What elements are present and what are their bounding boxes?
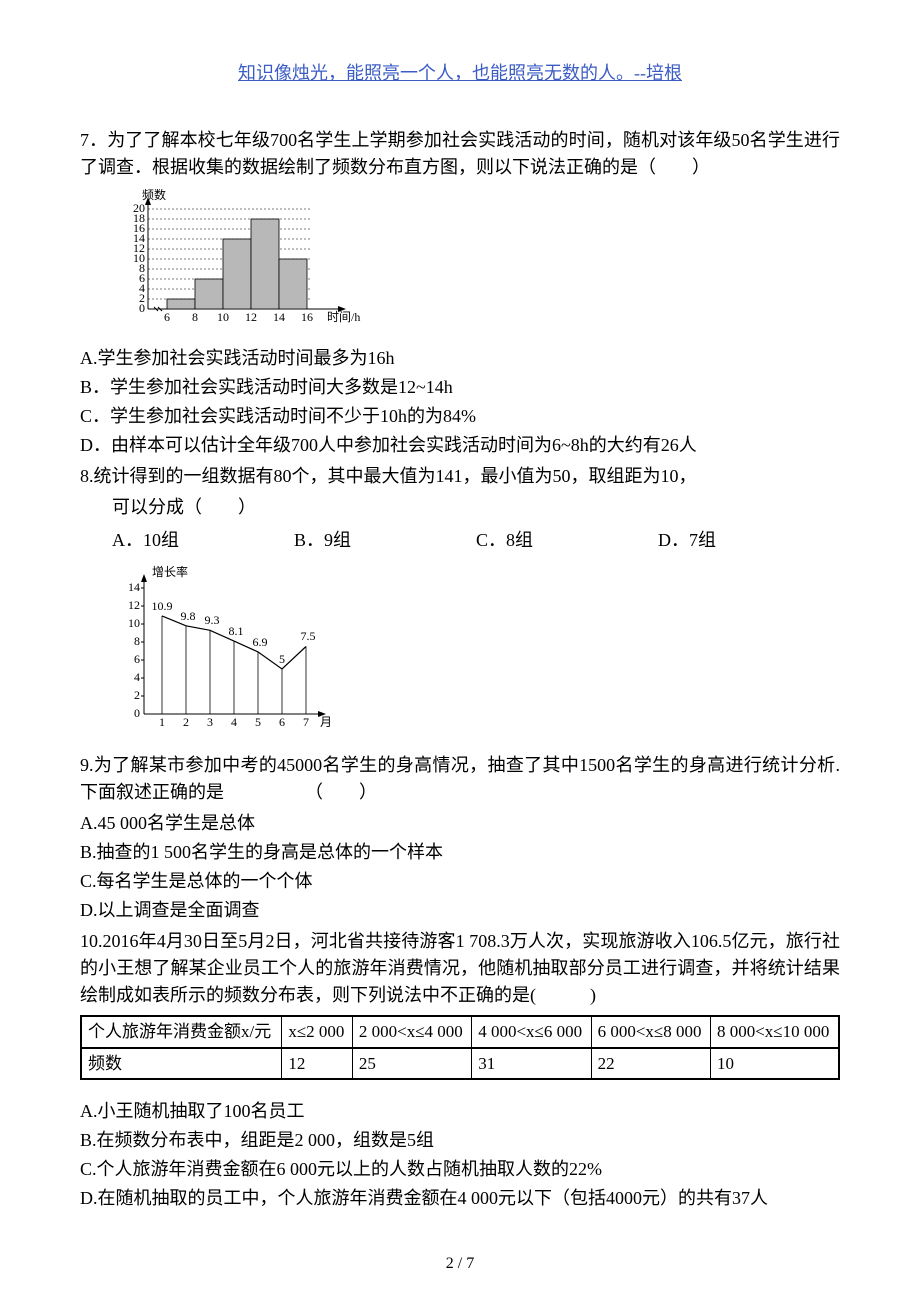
q7-stem: 7．为了了解本校七年级700名学生上学期参加社会实践活动的时间，随机对该年级50…: [80, 127, 840, 181]
svg-text:2: 2: [183, 715, 189, 729]
svg-text:0: 0: [134, 706, 140, 720]
svg-text:12: 12: [128, 598, 140, 612]
table-range-1: 2 000<x≤4 000: [352, 1016, 471, 1048]
table-range-2: 4 000<x≤6 000: [472, 1016, 591, 1048]
svg-text:1: 1: [159, 715, 165, 729]
frequency-table: 个人旅游年消费金额x/元 x≤2 000 2 000<x≤4 000 4 000…: [80, 1015, 840, 1080]
svg-text:7: 7: [303, 715, 309, 729]
q9-stem: 9.为了解某市参加中考的45000名学生的身高情况，抽查了其中1500名学生的身…: [80, 752, 840, 806]
svg-text:9.8: 9.8: [181, 609, 196, 623]
q10-option-c: C.个人旅游年消费金额在6 000元以上的人数占随机抽取人数的22%: [80, 1156, 840, 1183]
svg-text:6: 6: [164, 310, 170, 324]
hist-ylabel: 频数: [142, 189, 166, 202]
q10-option-a: A.小王随机抽取了100名员工: [80, 1098, 840, 1125]
table-freq-0: 12: [282, 1048, 353, 1080]
q9-option-c: C.每名学生是总体的一个个体: [80, 868, 840, 895]
table-freq-label: 频数: [81, 1048, 282, 1080]
svg-text:10: 10: [217, 310, 229, 324]
q8-options: A．10组 B．9组 C．8组 D．7组: [112, 527, 840, 554]
q9-option-a: A.45 000名学生是总体: [80, 810, 840, 837]
svg-text:5: 5: [255, 715, 261, 729]
q10-option-d: D.在随机抽取的员工中，个人旅游年消费金额在4 000元以下（包括4000元）的…: [80, 1185, 840, 1212]
line-ylabel: 增长率: [152, 564, 188, 579]
svg-text:8: 8: [192, 310, 198, 324]
svg-text:5: 5: [279, 652, 285, 666]
header-quote: 知识像烛光，能照亮一个人，也能照亮无数的人。--培根: [80, 60, 840, 87]
table-freq-3: 22: [591, 1048, 710, 1080]
table-freq-2: 31: [472, 1048, 591, 1080]
svg-text:6.9: 6.9: [253, 635, 268, 649]
q10-stem: 10.2016年4月30日至5月2日，河北省共接待游客1 708.3万人次，实现…: [80, 928, 840, 1009]
svg-text:4: 4: [134, 670, 140, 684]
table-freq-4: 10: [710, 1048, 839, 1080]
table-range-3: 6 000<x≤8 000: [591, 1016, 710, 1048]
svg-text:8: 8: [134, 634, 140, 648]
q7-option-a: A.学生参加社会实践活动时间最多为16h: [80, 345, 840, 372]
q8-option-b: B．9组: [294, 527, 476, 554]
line-chart: 增长率 0 2 4 6 8 10 12 14: [112, 564, 840, 742]
svg-text:7.5: 7.5: [301, 629, 316, 643]
q8-option-a: A．10组: [112, 527, 294, 554]
q9-option-b: B.抽查的1 500名学生的身高是总体的一个样本: [80, 839, 840, 866]
hist-xlabel: 时间/h: [327, 310, 360, 324]
svg-text:20: 20: [133, 201, 145, 215]
q9-option-d: D.以上调查是全面调查: [80, 897, 840, 924]
table-freq-1: 25: [352, 1048, 471, 1080]
table-range-0: x≤2 000: [282, 1016, 353, 1048]
svg-text:10: 10: [128, 616, 140, 630]
svg-text:2: 2: [134, 688, 140, 702]
svg-text:14: 14: [128, 580, 140, 594]
q8-option-c: C．8组: [476, 527, 658, 554]
page-number: 2 / 7: [80, 1252, 840, 1276]
svg-text:3: 3: [207, 715, 213, 729]
svg-text:8.1: 8.1: [229, 624, 244, 638]
svg-text:4: 4: [231, 715, 237, 729]
svg-text:16: 16: [301, 310, 313, 324]
table-header: 个人旅游年消费金额x/元: [81, 1016, 282, 1048]
table-range-4: 8 000<x≤10 000: [710, 1016, 839, 1048]
svg-text:10.9: 10.9: [152, 599, 173, 613]
svg-text:12: 12: [245, 310, 257, 324]
svg-text:6: 6: [134, 652, 140, 666]
q7-option-d: D．由样本可以估计全年级700人中参加社会实践活动时间为6~8h的大约有26人: [80, 432, 840, 459]
q7-histogram: 频数 0 2 4: [112, 189, 840, 337]
svg-text:9.3: 9.3: [205, 613, 220, 627]
q8-stem: 8.统计得到的一组数据有80个，其中最大值为141，最小值为50，取组距为10，: [80, 463, 840, 490]
q7-option-b: B．学生参加社会实践活动时间大多数是12~14h: [80, 374, 840, 401]
svg-text:6: 6: [279, 715, 285, 729]
svg-text:14: 14: [273, 310, 285, 324]
q8-option-d: D．7组: [658, 527, 840, 554]
q7-option-c: C．学生参加社会实践活动时间不少于10h的为84%: [80, 403, 840, 430]
q8-stem2: 可以分成（ ）: [112, 494, 840, 521]
q10-option-b: B.在频数分布表中，组距是2 000，组数是5组: [80, 1127, 840, 1154]
line-xlabel: 月: [320, 715, 332, 729]
